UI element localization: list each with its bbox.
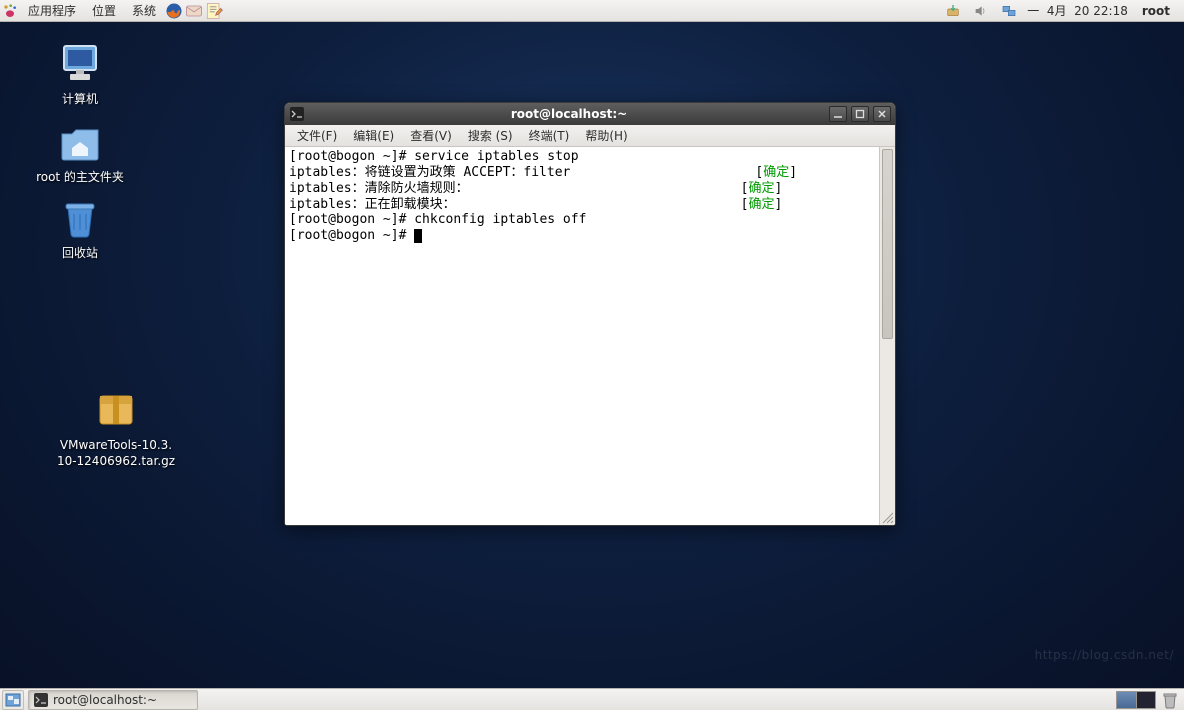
top-panel-left: 应用程序 位置 系统 [0,0,224,22]
terminal-body: [root@bogon ~]# service iptables stop ip… [285,147,895,525]
workspace-2[interactable] [1137,692,1156,708]
bottom-panel-right [1116,690,1184,710]
computer-icon [56,40,104,88]
top-panel: 应用程序 位置 系统 一 4月 20 22:18 root [0,0,1184,22]
resize-grip-icon[interactable] [880,510,894,524]
volume-tray-icon[interactable] [971,1,991,21]
archive-icon [92,386,140,434]
window-titlebar[interactable]: root@localhost:~ [285,103,895,125]
gnome-foot-icon[interactable] [0,1,20,21]
menu-file[interactable]: 文件(F) [289,124,345,147]
show-desktop-button[interactable] [2,690,24,710]
menu-help[interactable]: 帮助(H) [577,124,635,147]
trash-icon [56,194,104,242]
terminal-scrollbar[interactable] [879,147,895,525]
terminal-cursor [414,229,422,243]
menu-terminal[interactable]: 终端(T) [521,124,578,147]
terminal-menubar: 文件(F) 编辑(E) 查看(V) 搜索 (S) 终端(T) 帮助(H) [285,125,895,147]
top-panel-right: 一 4月 20 22:18 root [943,1,1184,21]
terminal-task-icon [33,692,49,708]
firefox-launcher-icon[interactable] [164,1,184,21]
maximize-button[interactable] [851,106,869,122]
desktop-icon-label: 回收站 [10,246,150,262]
home-folder-icon [56,118,104,166]
workspace-switcher[interactable] [1116,691,1156,709]
window-title: root@localhost:~ [309,107,829,121]
desktop-icon-label: 计算机 [10,92,150,108]
menu-system[interactable]: 系统 [124,0,164,22]
menu-search[interactable]: 搜索 (S) [460,124,521,147]
update-tray-icon[interactable] [943,1,963,21]
menu-edit[interactable]: 编辑(E) [345,124,402,147]
bottom-panel: root@localhost:~ [0,688,1184,710]
menu-places[interactable]: 位置 [84,0,124,22]
user-menu[interactable]: root [1136,4,1174,18]
clock[interactable]: 一 4月 20 22:18 [1027,2,1128,19]
watermark: https://blog.csdn.net/ [1035,648,1174,662]
menu-view[interactable]: 查看(V) [402,124,460,147]
terminal-output[interactable]: [root@bogon ~]# service iptables stop ip… [285,147,879,525]
trash-tray-icon[interactable] [1160,690,1180,710]
minimize-button[interactable] [829,106,847,122]
network-tray-icon[interactable] [999,1,1019,21]
desktop-icon-trash[interactable]: 回收站 [10,194,150,262]
gedit-launcher-icon[interactable] [204,1,224,21]
terminal-window: root@localhost:~ 文件(F) 编辑(E) 查看(V) 搜索 (S… [284,102,896,526]
desktop-icon-computer[interactable]: 计算机 [10,40,150,108]
taskbar-item-label: root@localhost:~ [53,693,157,707]
desktop-icon-label: root 的主文件夹 [10,170,150,186]
menu-applications[interactable]: 应用程序 [20,0,84,22]
desktop-icon-home[interactable]: root 的主文件夹 [10,118,150,186]
terminal-title-icon [289,106,305,122]
desktop-icon-tarball[interactable]: VMwareTools-10.3.10-12406962.tar.gz [46,386,186,469]
close-button[interactable] [873,106,891,122]
window-buttons [829,106,891,122]
workspace-1[interactable] [1117,692,1137,708]
taskbar-item-terminal[interactable]: root@localhost:~ [28,690,198,710]
desktop-icon-label: VMwareTools-10.3.10-12406962.tar.gz [46,438,186,469]
evolution-launcher-icon[interactable] [184,1,204,21]
scrollbar-thumb[interactable] [882,149,893,339]
